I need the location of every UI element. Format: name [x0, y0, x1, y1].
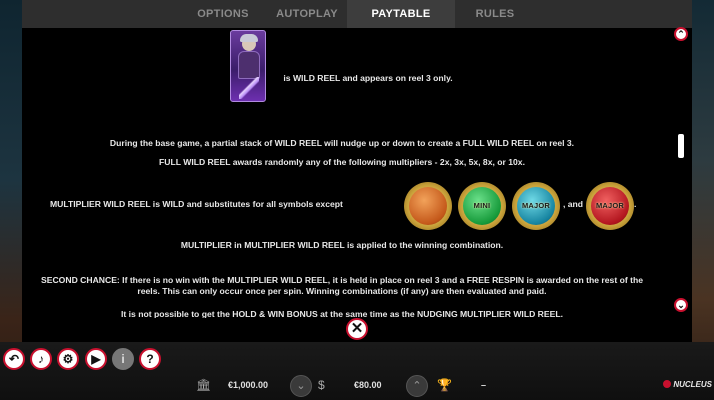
paytable-paragraph-3: MULTIPLIER in MULTIPLIER WILD REEL is ap…	[180, 240, 504, 250]
bet-increase-button[interactable]: ⌃	[406, 375, 428, 397]
period-text: .	[634, 199, 637, 209]
win-value: –	[481, 380, 487, 390]
trophy-icon: 🏆	[437, 378, 452, 392]
bet-decrease-button[interactable]: ⌄	[290, 375, 312, 397]
wild-reel-text: is WILD REEL and appears on reel 3 only.	[283, 73, 453, 83]
tab-paytable[interactable]: PAYTABLE	[347, 0, 455, 28]
paytable-paragraph-4: SECOND CHANCE: If there is no win with t…	[41, 275, 643, 296]
paytable-overlay: OPTIONS AUTOPLAY PAYTABLE RULES is WILD …	[22, 0, 692, 342]
mini-orb-icon: MINI	[458, 182, 506, 230]
bet-value: €80.00	[354, 380, 382, 390]
tab-autoplay[interactable]: AUTOPLAY	[267, 0, 347, 28]
back-button[interactable]: ↶	[3, 348, 25, 370]
play-button[interactable]: ▶	[85, 348, 107, 370]
info-button[interactable]: i	[112, 348, 134, 370]
multiplier-wild-text: MULTIPLIER WILD REEL is WILD and substit…	[50, 199, 343, 209]
tab-options[interactable]: OPTIONS	[179, 0, 267, 28]
scrollbar-thumb[interactable]	[678, 134, 684, 158]
scroll-down-button[interactable]: ⌄	[674, 298, 688, 312]
brand-dot-icon	[663, 380, 672, 388]
paytable-content: is WILD REEL and appears on reel 3 only.…	[22, 28, 662, 318]
major-orb-icon: MAJOR	[512, 182, 560, 230]
and-text: , and	[562, 199, 584, 209]
tab-rules[interactable]: RULES	[455, 0, 535, 28]
help-button[interactable]: ?	[139, 348, 161, 370]
coin-icon: $	[318, 378, 325, 392]
paytable-paragraph-5: It is not possible to get the HOLD & WIN…	[121, 309, 563, 318]
close-button[interactable]: ✕	[346, 318, 368, 340]
scroll-up-button[interactable]: ⌃	[674, 27, 688, 41]
wild-reel-symbol	[230, 30, 266, 102]
paytable-paragraph-2: FULL WILD REEL awards randomly any of th…	[159, 157, 525, 167]
balance-value: €1,000.00	[228, 380, 269, 390]
settings-button[interactable]: ⚙	[57, 348, 79, 370]
major-red-orb-icon: MAJOR	[586, 182, 634, 230]
bank-icon: 🏛	[196, 378, 212, 392]
menu-tabs: OPTIONS AUTOPLAY PAYTABLE RULES	[22, 0, 692, 28]
paytable-paragraph-1: During the base game, a partial stack of…	[109, 138, 575, 148]
bonus-orb-icon	[404, 182, 452, 230]
sound-button[interactable]: ♪	[30, 348, 52, 370]
brand-logo: NUCLEUS	[663, 380, 712, 389]
status-bar: 🏛 €1,000.00 ⌄ $ €80.00 ⌃ 🏆 – NUCLEUS	[0, 372, 714, 400]
